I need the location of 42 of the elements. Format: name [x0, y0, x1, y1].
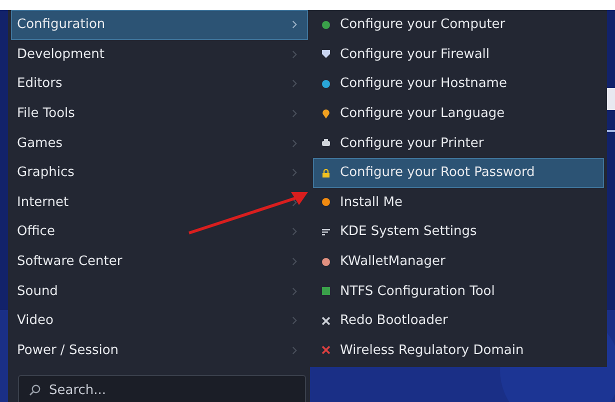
chevron-icon [292, 79, 297, 88]
chevron-icon [292, 316, 297, 326]
chevron-icon [292, 109, 297, 118]
submenu-item[interactable]: Configure your Computer [313, 10, 604, 40]
chevron-icon [292, 286, 297, 296]
shield-icon [321, 49, 331, 60]
menu-category[interactable]: Software Center [11, 246, 308, 276]
menu-category[interactable]: Internet [11, 188, 308, 218]
submenu-item[interactable]: KDE System Settings [313, 217, 604, 247]
menu-category[interactable]: Editors [11, 69, 308, 99]
menu-category[interactable]: Video [11, 306, 308, 336]
chevron-icon [292, 198, 297, 207]
pin-icon [321, 108, 331, 119]
submenu-item[interactable]: Wireless Regulatory Domain [313, 336, 604, 366]
chevron-icon [292, 227, 297, 236]
submenu-item[interactable]: Configure your Root Password [313, 158, 604, 188]
menu-category[interactable]: Power / Session [11, 336, 308, 366]
menu-category[interactable]: Configuration [11, 10, 308, 40]
submenu-item[interactable]: Configure your Printer [313, 128, 604, 158]
chevron-icon [292, 257, 297, 266]
submenu-item[interactable]: Install Me [313, 188, 604, 218]
menu-category[interactable]: Graphics [11, 158, 308, 188]
submenu-item[interactable]: Configure your Hostname [313, 69, 604, 99]
chevron-icon [292, 346, 297, 355]
search-field[interactable]: Search... [18, 375, 306, 402]
chevron-icon [292, 168, 297, 178]
menu-category[interactable]: Sound [11, 276, 308, 306]
submenu-item[interactable]: Configure your Firewall [313, 40, 604, 70]
printer-icon [321, 138, 331, 148]
chevron-icon [292, 20, 297, 30]
chevron-icon [292, 138, 297, 148]
lock-icon [321, 168, 331, 178]
menu-category[interactable]: Games [11, 128, 308, 158]
submenu-item[interactable]: NTFS Configuration Tool [313, 276, 604, 306]
menu-category[interactable]: Office [11, 217, 308, 247]
chevron-icon [292, 50, 297, 59]
settings-icon [321, 226, 331, 237]
menu-category[interactable]: File Tools [11, 98, 308, 128]
menu-category[interactable]: Development [11, 40, 308, 70]
submenu-item[interactable]: KWalletManager [313, 246, 604, 276]
submenu-item[interactable]: Redo Bootloader [313, 306, 604, 336]
submenu-item[interactable]: Configure your Language [313, 98, 604, 128]
